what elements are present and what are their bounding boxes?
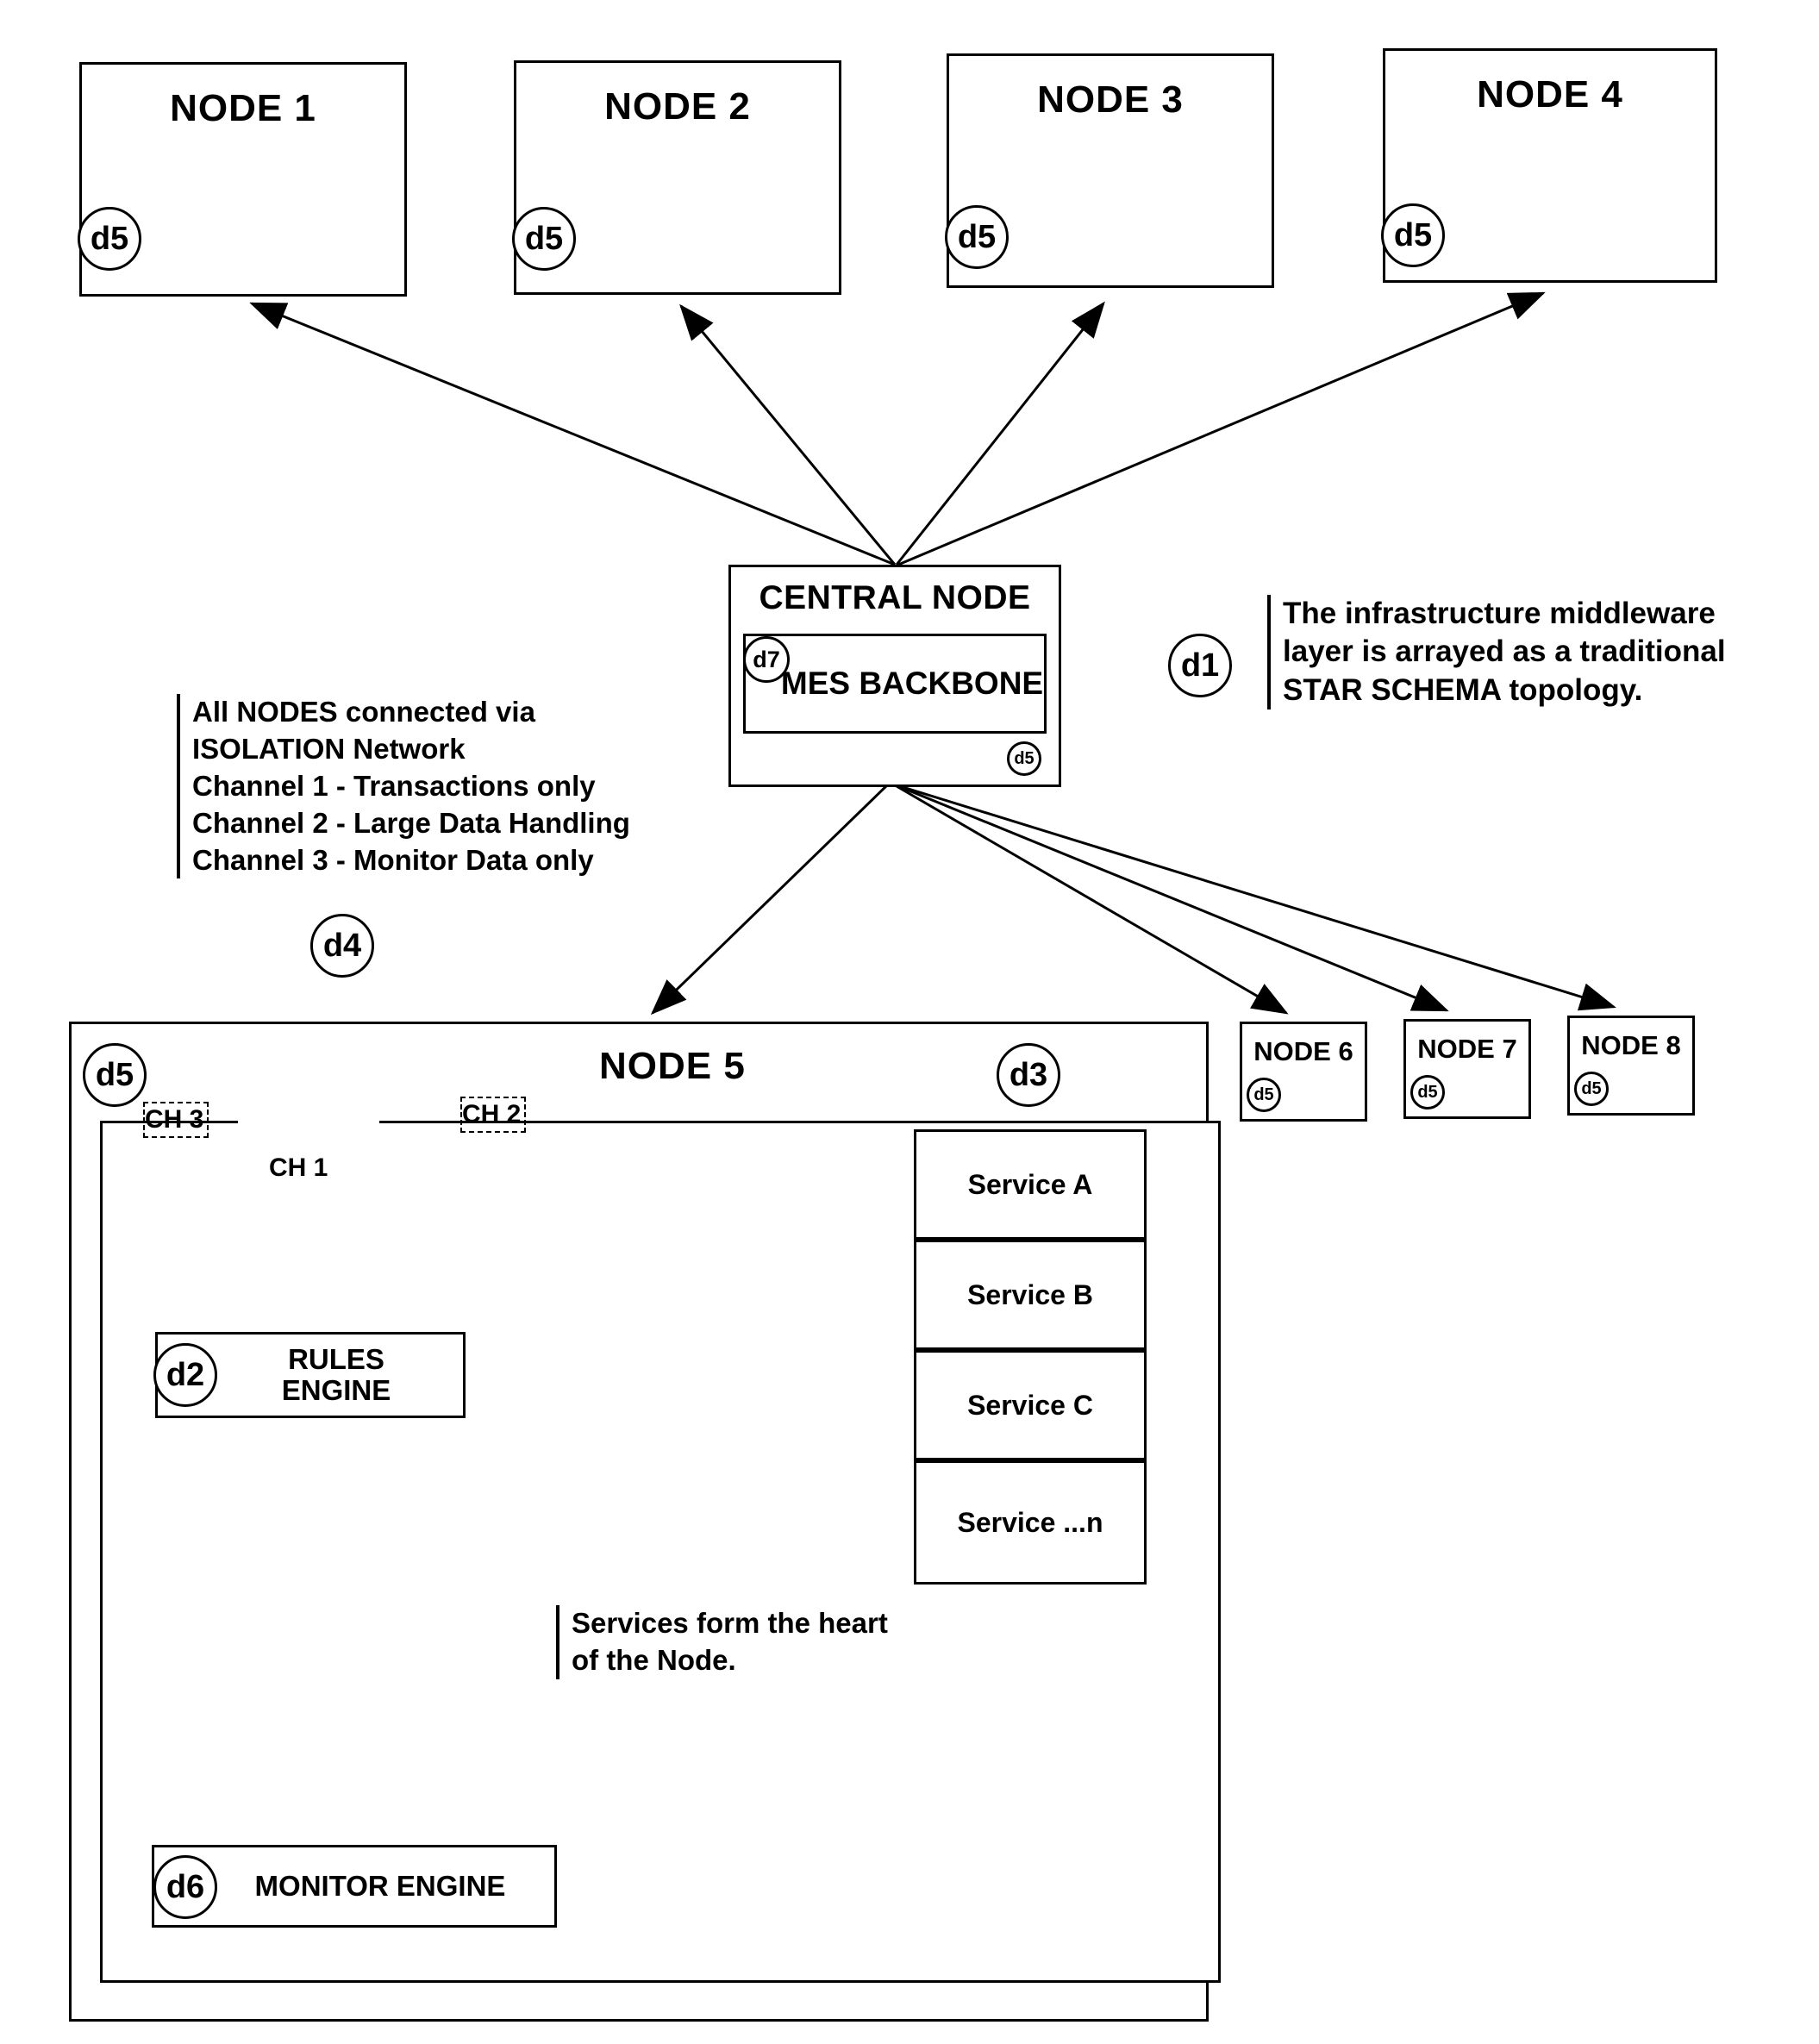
ch1-label: CH 1 [269, 1153, 328, 1182]
service-label: Service B [967, 1278, 1093, 1310]
service-cell-b[interactable]: Service B [914, 1240, 1147, 1350]
badge-d5-node8: d5 [1574, 1072, 1609, 1106]
ch3-label: CH 3 [145, 1105, 204, 1134]
node-label: NODE 2 [604, 85, 751, 128]
badge-d5-node1: d5 [78, 207, 141, 271]
badge-d2-rules-engine: d2 [153, 1343, 217, 1407]
node-label: NODE 6 [1253, 1036, 1353, 1066]
service-label: Service A [967, 1168, 1093, 1200]
note-services: Services form the heart of the Node. [556, 1605, 985, 1679]
badge-d5-node2: d5 [512, 207, 576, 271]
badge-d5-node6: d5 [1247, 1078, 1281, 1112]
node-label: NODE 1 [170, 87, 316, 129]
badge-d7-central: d7 [743, 636, 790, 683]
service-label: Service ...n [957, 1506, 1103, 1538]
badge-d1: d1 [1168, 634, 1232, 697]
badge-d6-monitor-engine: d6 [153, 1855, 217, 1919]
mes-backbone-label: MES BACKBONE [780, 666, 1044, 701]
rules-engine-line2: ENGINE [281, 1374, 391, 1406]
badge-d4: d4 [310, 914, 374, 978]
node-label: NODE 4 [1477, 73, 1623, 116]
diagram-canvas: NODE 1 d5 NODE 2 d5 NODE 3 d5 NODE 4 d5 … [0, 0, 1819, 2044]
node-label: NODE 8 [1581, 1030, 1681, 1060]
service-label: Service C [967, 1389, 1093, 1421]
badge-d5-central: d5 [1007, 741, 1041, 776]
ch2-label: CH 2 [462, 1100, 522, 1128]
badge-d3-services: d3 [997, 1043, 1060, 1107]
note-d4: All NODES connected via ISOLATION Networ… [177, 694, 709, 879]
node-label: NODE 7 [1417, 1034, 1517, 1064]
service-cell-n[interactable]: Service ...n [914, 1460, 1147, 1585]
node5-title: NODE 5 [599, 1045, 746, 1087]
badge-d5-node5: d5 [83, 1043, 147, 1107]
mes-backbone-box[interactable]: MES BACKBONE [743, 634, 1047, 734]
central-node-title: CENTRAL NODE [759, 579, 1031, 616]
rules-engine-line1: RULES [288, 1343, 384, 1376]
service-cell-a[interactable]: Service A [914, 1129, 1147, 1240]
node-label: NODE 3 [1037, 78, 1184, 121]
monitor-engine-label: MONITOR ENGINE [254, 1870, 506, 1902]
badge-d5-node7: d5 [1410, 1075, 1445, 1110]
service-cell-c[interactable]: Service C [914, 1350, 1147, 1460]
badge-d5-node3: d5 [945, 205, 1009, 269]
note-d1: The infrastructure middleware layer is a… [1267, 595, 1800, 710]
badge-d5-node4: d5 [1381, 203, 1445, 267]
